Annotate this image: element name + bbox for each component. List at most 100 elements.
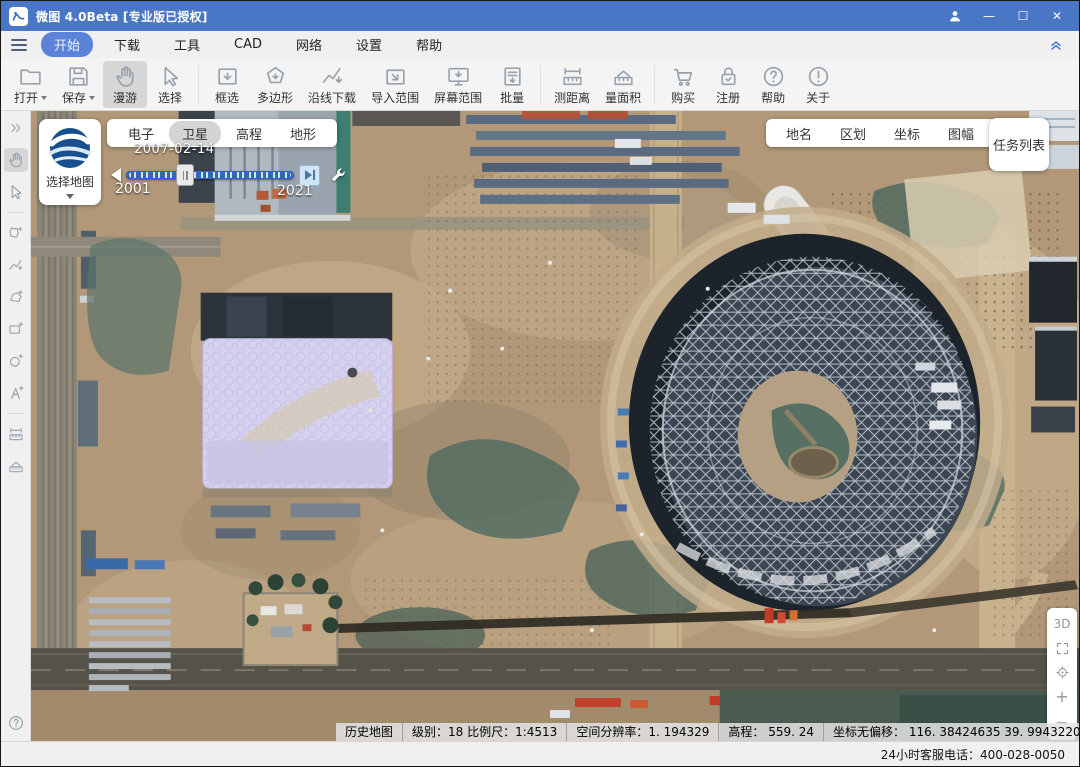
polyline-download-button[interactable]: 沿线下载 (301, 61, 363, 108)
timeline-date-label: 2007-02-14 (134, 142, 215, 157)
hand-icon (113, 64, 138, 89)
chevron-down-icon (66, 194, 74, 199)
minimize-button[interactable]: — (973, 4, 1005, 28)
box-select-icon (215, 64, 240, 89)
status-coordinates: 坐标无偏移： 116. 38424635 39. 9943220 (823, 723, 1079, 741)
timeline-slider[interactable] (126, 171, 294, 179)
collapse-ribbon-icon[interactable] (1045, 35, 1067, 55)
lock-icon (716, 64, 741, 89)
coordinates-button[interactable]: 坐标 (880, 121, 934, 146)
task-list-button[interactable]: 任务列表 (989, 118, 1049, 171)
batch-button[interactable]: 批量 (490, 61, 534, 108)
add-area-tool[interactable] (4, 285, 28, 309)
screen-extent-button[interactable]: 屏幕范围 (427, 61, 489, 108)
status-history-map: 历史地图 (336, 723, 402, 741)
save-icon (66, 64, 91, 89)
user-account-icon[interactable] (939, 4, 971, 28)
fullscreen-icon[interactable] (1047, 641, 1077, 656)
box-select-button[interactable]: 框选 (205, 61, 249, 108)
cart-icon (671, 64, 696, 89)
layer-tab-elevation[interactable]: 高程 (223, 121, 275, 146)
service-hotline: 24小时客服电话：400-028-0050 (881, 746, 1065, 763)
measure-distance-icon (560, 64, 585, 89)
map-status-bar: 历史地图 级别：18 比例尺：1:4513 空间分辨率：1. 194329 高程… (336, 723, 1079, 741)
menu-tab-network[interactable]: 网络 (283, 32, 335, 57)
measure-area-icon (611, 64, 636, 89)
batch-icon (500, 64, 525, 89)
polygon-button[interactable]: 多边形 (250, 61, 300, 108)
menu-tab-settings[interactable]: 设置 (343, 32, 395, 57)
menu-tab-download[interactable]: 下载 (101, 32, 153, 57)
maximize-button[interactable]: ☐ (1007, 4, 1039, 28)
add-text-tool[interactable] (4, 381, 28, 405)
measure-distance-button[interactable]: 测距离 (547, 61, 597, 108)
pan-tool-button[interactable]: 漫游 (103, 61, 147, 108)
menu-tab-start[interactable]: 开始 (41, 32, 93, 57)
zoom-in-button[interactable]: + (1047, 689, 1077, 705)
timeline-prev-icon[interactable] (111, 168, 121, 182)
measure-area-button[interactable]: 量面积 (598, 61, 648, 108)
window-title: 微图 4.0Beta [专业版已授权] (36, 8, 208, 25)
open-button[interactable]: 打开 (7, 61, 54, 108)
screen-extent-icon (446, 64, 471, 89)
about-button[interactable]: 关于 (796, 61, 840, 108)
menu-tab-tools[interactable]: 工具 (161, 32, 213, 57)
dropdown-caret-icon (41, 96, 47, 100)
save-button[interactable]: 保存 (55, 61, 102, 108)
status-level-scale: 级别：18 比例尺：1:4513 (402, 723, 566, 741)
toolbar-ribbon: 打开 保存 漫游 选择 框选 多边形 沿线下载 导入范围 屏幕范围 批量 测距离… (1, 58, 1079, 111)
app-logo-icon (9, 7, 28, 26)
districts-button[interactable]: 区划 (826, 121, 880, 146)
add-circle-tool[interactable] (4, 349, 28, 373)
add-rectangle-tool[interactable] (4, 317, 28, 341)
sidebar-measure-area-tool[interactable] (4, 454, 28, 478)
hamburger-menu-icon[interactable] (11, 39, 27, 51)
exclamation-icon (806, 64, 831, 89)
timeline-settings-wrench-icon[interactable] (329, 166, 347, 184)
import-extent-icon (383, 64, 408, 89)
map-source-picker[interactable]: 选择地图 (39, 119, 101, 205)
locate-icon[interactable] (1047, 665, 1077, 680)
app-window: 微图 4.0Beta [专业版已授权] — ☐ ✕ 开始 下载 工具 CAD 网… (0, 0, 1080, 767)
layer-tab-terrain[interactable]: 地形 (277, 121, 329, 146)
nav-3d-button[interactable]: 3D (1047, 617, 1077, 631)
close-button[interactable]: ✕ (1041, 4, 1073, 28)
sidebar-separator (7, 413, 25, 414)
toolbar-separator (654, 65, 655, 104)
sidebar-pan-tool[interactable] (4, 148, 28, 172)
place-names-button[interactable]: 地名 (772, 121, 826, 146)
map-viewport[interactable]: 选择地图 电子 卫星 高程 地形 2007-02-14 2 (31, 111, 1079, 741)
select-tool-button[interactable]: 选择 (148, 61, 192, 108)
satellite-imagery (31, 111, 1079, 741)
map-nav-controls: 3D + − (1047, 608, 1077, 740)
polyline-download-icon (320, 64, 345, 89)
timeline-slider-handle[interactable] (176, 164, 194, 186)
add-polyline-tool[interactable] (4, 253, 28, 277)
toolbar-separator (540, 65, 541, 104)
help-button[interactable]: 帮助 (751, 61, 795, 108)
toolbar-separator (198, 65, 199, 104)
map-sheet-button[interactable]: 图幅 (934, 121, 988, 146)
register-button[interactable]: 注册 (706, 61, 750, 108)
sidebar-separator (7, 212, 25, 213)
expand-panel-icon[interactable] (4, 116, 28, 140)
menu-tab-cad[interactable]: CAD (221, 34, 275, 55)
polygon-icon (263, 64, 288, 89)
sidebar-help-icon[interactable] (4, 711, 28, 735)
menu-tab-help[interactable]: 帮助 (403, 32, 455, 57)
question-icon (761, 64, 786, 89)
sidebar-measure-distance-tool[interactable] (4, 422, 28, 446)
import-extent-button[interactable]: 导入范围 (364, 61, 426, 108)
timeline-start-year: 2001 (115, 181, 151, 197)
menu-bar: 开始 下载 工具 CAD 网络 设置 帮助 (1, 31, 1079, 58)
add-shape-tool[interactable] (4, 221, 28, 245)
cursor-icon (158, 64, 183, 89)
title-bar: 微图 4.0Beta [专业版已授权] — ☐ ✕ (1, 1, 1079, 31)
left-tool-strip (1, 111, 31, 741)
purchase-button[interactable]: 购买 (661, 61, 705, 108)
globe-logo-icon (48, 126, 92, 170)
timeline-ticks (129, 172, 291, 178)
folder-icon (18, 64, 43, 89)
sidebar-select-tool[interactable] (4, 180, 28, 204)
status-elevation: 高程： 559. 24 (718, 723, 823, 741)
